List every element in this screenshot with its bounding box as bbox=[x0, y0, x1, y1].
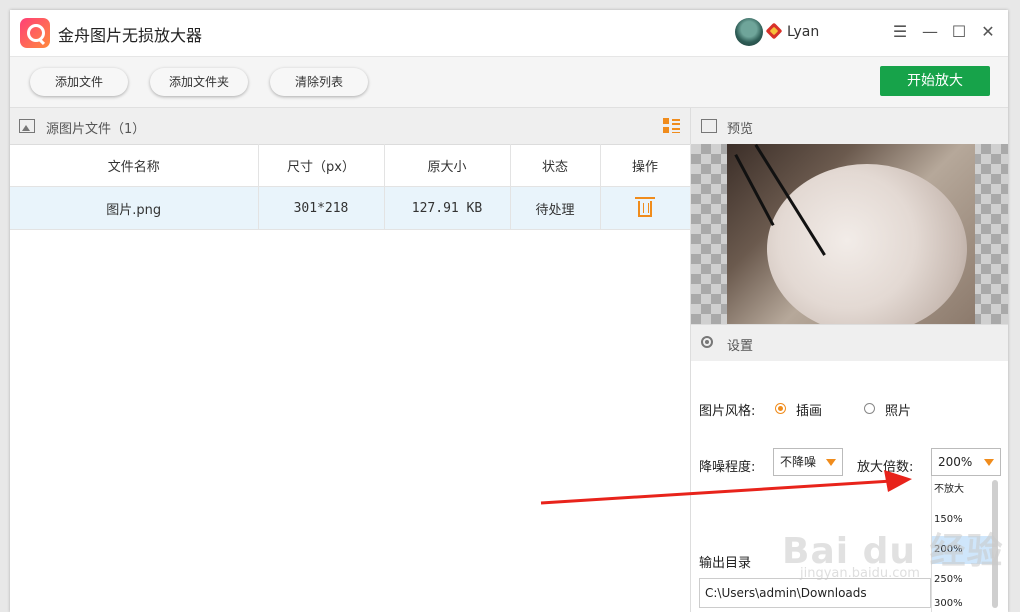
toolbar: 添加文件 添加文件夹 清除列表 开始放大 bbox=[10, 57, 1008, 108]
status-cell: 待处理 bbox=[510, 186, 601, 230]
denoise-label: 降噪程度: bbox=[699, 460, 756, 475]
start-enlarge-button[interactable]: 开始放大 bbox=[880, 66, 990, 96]
file-size-cell: 127.91 KB bbox=[384, 186, 511, 230]
file-name-cell: 图片.png bbox=[10, 186, 259, 230]
preview-image bbox=[727, 144, 975, 324]
column-header-filesize[interactable]: 原大小 bbox=[384, 144, 511, 187]
vip-badge-icon bbox=[765, 22, 783, 40]
table-row[interactable]: 图片.png 301*218 127.91 KB 待处理 bbox=[10, 186, 691, 230]
column-header-action: 操作 bbox=[600, 144, 691, 187]
add-file-button[interactable]: 添加文件 bbox=[30, 68, 128, 96]
denoise-value: 不降噪 bbox=[780, 455, 817, 469]
watermark-url: jingyan.baidu.com bbox=[800, 566, 920, 581]
clear-list-button[interactable]: 清除列表 bbox=[270, 68, 368, 96]
file-panel-title: 源图片文件（1） bbox=[46, 122, 146, 137]
settings-title: 设置 bbox=[727, 339, 754, 354]
dropdown-option[interactable]: 300% bbox=[932, 596, 992, 612]
style-label: 图片风格: bbox=[699, 404, 756, 419]
chevron-down-icon bbox=[826, 459, 836, 466]
settings-icon bbox=[701, 336, 713, 348]
preview-image-icon bbox=[701, 119, 717, 133]
file-table: 文件名称 尺寸（px） 原大小 状态 操作 图片.png 301*218 127… bbox=[10, 144, 691, 230]
scale-select[interactable]: 200% bbox=[931, 448, 1001, 476]
style-option-photo[interactable]: 照片 bbox=[885, 400, 911, 419]
scale-label: 放大倍数: bbox=[857, 460, 914, 475]
close-icon[interactable]: ✕ bbox=[978, 22, 998, 42]
table-header-row: 文件名称 尺寸（px） 原大小 状态 操作 bbox=[10, 144, 691, 187]
username[interactable]: Lyan bbox=[787, 24, 819, 40]
image-icon bbox=[19, 119, 35, 133]
app-logo-icon bbox=[20, 18, 50, 48]
column-header-size[interactable]: 尺寸（px） bbox=[258, 144, 385, 187]
minimize-icon[interactable]: — bbox=[920, 22, 940, 42]
maximize-icon[interactable]: ☐ bbox=[949, 22, 969, 42]
denoise-select[interactable]: 不降噪 bbox=[773, 448, 843, 476]
style-radio-photo[interactable] bbox=[864, 403, 875, 414]
trash-icon[interactable] bbox=[635, 197, 655, 217]
column-header-status[interactable]: 状态 bbox=[510, 144, 601, 187]
app-title: 金舟图片无损放大器 bbox=[58, 26, 203, 45]
dropdown-option[interactable]: 不放大 bbox=[932, 476, 992, 504]
output-dir-label: 输出目录 bbox=[699, 556, 752, 571]
file-panel: 源图片文件（1） 文件名称 尺寸（px） 原大小 状态 操作 图片.png 30… bbox=[10, 108, 691, 612]
style-radio-illustration[interactable] bbox=[775, 403, 786, 414]
preview-header: 预览 bbox=[691, 108, 1008, 144]
list-view-icon[interactable] bbox=[663, 118, 680, 133]
file-panel-header: 源图片文件（1） bbox=[10, 108, 690, 145]
preview-title: 预览 bbox=[727, 122, 754, 137]
chevron-down-icon bbox=[984, 459, 994, 466]
settings-header: 设置 bbox=[691, 324, 1008, 361]
preview-area bbox=[691, 144, 1008, 324]
action-cell bbox=[600, 186, 691, 230]
output-path-field[interactable]: C:\Users\admin\Downloads bbox=[699, 578, 931, 608]
dimension-cell: 301*218 bbox=[258, 186, 385, 230]
scale-value: 200% bbox=[938, 455, 973, 469]
title-bar: 金舟图片无损放大器 Lyan ☰ — ☐ ✕ bbox=[10, 10, 1008, 57]
add-folder-button[interactable]: 添加文件夹 bbox=[150, 68, 248, 96]
column-header-name[interactable]: 文件名称 bbox=[10, 144, 259, 187]
style-option-illustration[interactable]: 插画 bbox=[796, 400, 822, 419]
user-avatar[interactable] bbox=[735, 18, 763, 46]
menu-icon[interactable]: ☰ bbox=[890, 22, 910, 42]
